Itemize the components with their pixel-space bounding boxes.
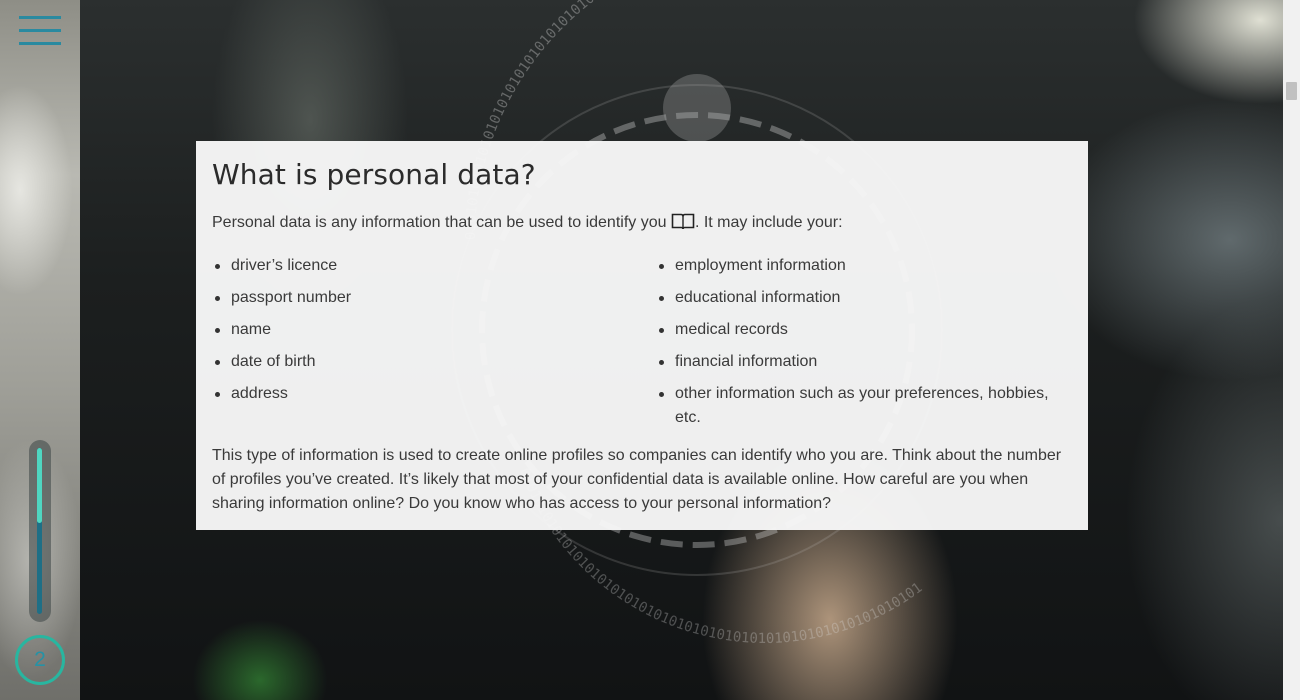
glossary-book-icon[interactable] <box>671 213 695 238</box>
progress-fill <box>37 448 42 523</box>
list-item: financial information <box>656 350 1066 374</box>
progress-bar <box>29 440 51 622</box>
intro-paragraph: Personal data is any information that ca… <box>212 211 1072 238</box>
content-card: What is personal data? Personal data is … <box>196 141 1088 530</box>
list-item: name <box>212 318 632 342</box>
list-item: address <box>212 382 632 406</box>
intro-text: Personal data is any information that ca… <box>212 214 671 231</box>
list-item: other information such as your preferenc… <box>656 382 1066 430</box>
menu-bar <box>19 16 61 19</box>
outro-paragraph: This type of information is used to crea… <box>212 447 1062 512</box>
page-title: What is personal data? <box>212 158 536 191</box>
page-number-indicator[interactable]: 2 <box>15 635 65 685</box>
vertical-scrollbar[interactable] <box>1283 0 1300 700</box>
personal-data-lists: driver’s licence passport number name date … <box>212 254 1072 430</box>
list-item: driver’s licence <box>212 254 632 278</box>
list-item: medical records <box>656 318 1066 342</box>
sidebar: 2 <box>0 0 80 700</box>
personal-data-list-left: driver’s licence passport number name date … <box>212 254 632 414</box>
scrollbar-thumb[interactable] <box>1286 82 1297 100</box>
page: 01010101010101010101 01010101010101010101… <box>0 0 1300 700</box>
list-item: passport number <box>212 286 632 310</box>
list-item: date of birth <box>212 350 632 374</box>
list-item: employment information <box>656 254 1066 278</box>
list-item: educational information <box>656 286 1066 310</box>
progress-track-inner <box>37 448 42 614</box>
intro-text-continued: . It may include your: <box>694 214 843 231</box>
hamburger-menu-icon[interactable] <box>19 16 61 46</box>
menu-bar <box>19 42 61 45</box>
personal-data-list-right: employment information educational inform… <box>656 254 1066 438</box>
menu-bar <box>19 29 61 32</box>
